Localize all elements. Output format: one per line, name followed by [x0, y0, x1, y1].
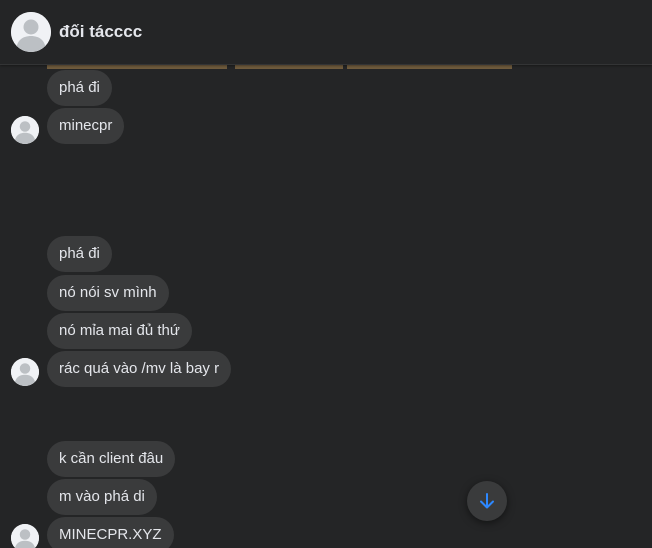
default-user-avatar-icon	[11, 358, 39, 386]
sender-avatar[interactable]	[11, 358, 39, 386]
default-user-avatar-icon	[11, 12, 51, 52]
message-bubble[interactable]: nó nói sv mình	[47, 275, 169, 311]
sender-avatar[interactable]	[11, 116, 39, 144]
default-user-avatar-icon	[11, 524, 39, 548]
message-bubble[interactable]: nó mỉa mai đủ thứ	[47, 313, 192, 349]
conversation-title[interactable]: đối tácccc	[59, 20, 142, 44]
default-user-avatar-icon	[11, 116, 39, 144]
message-bubble[interactable]: m vào phá di	[47, 479, 157, 515]
message-bubble[interactable]: phá đi	[47, 70, 112, 106]
message-bubble[interactable]: minecpr	[47, 108, 125, 144]
message-bubble[interactable]: rác quá vào /mv là bay r	[47, 351, 232, 387]
arrow-down-icon	[480, 493, 494, 509]
scroll-to-bottom-button[interactable]	[467, 481, 507, 521]
chat-window: đối tácccc phá đi minecpr phá đi nó nói …	[0, 0, 652, 548]
message-bubble[interactable]: phá đi	[47, 236, 112, 272]
sender-avatar[interactable]	[11, 524, 39, 548]
message-bubble[interactable]: MINECPR.XYZ	[47, 517, 174, 548]
message-bubble[interactable]: k cần client đâu	[47, 441, 176, 477]
shared-photo-edge[interactable]	[47, 65, 517, 69]
contact-avatar[interactable]	[11, 12, 51, 52]
conversation-header: đối tácccc	[0, 0, 652, 65]
